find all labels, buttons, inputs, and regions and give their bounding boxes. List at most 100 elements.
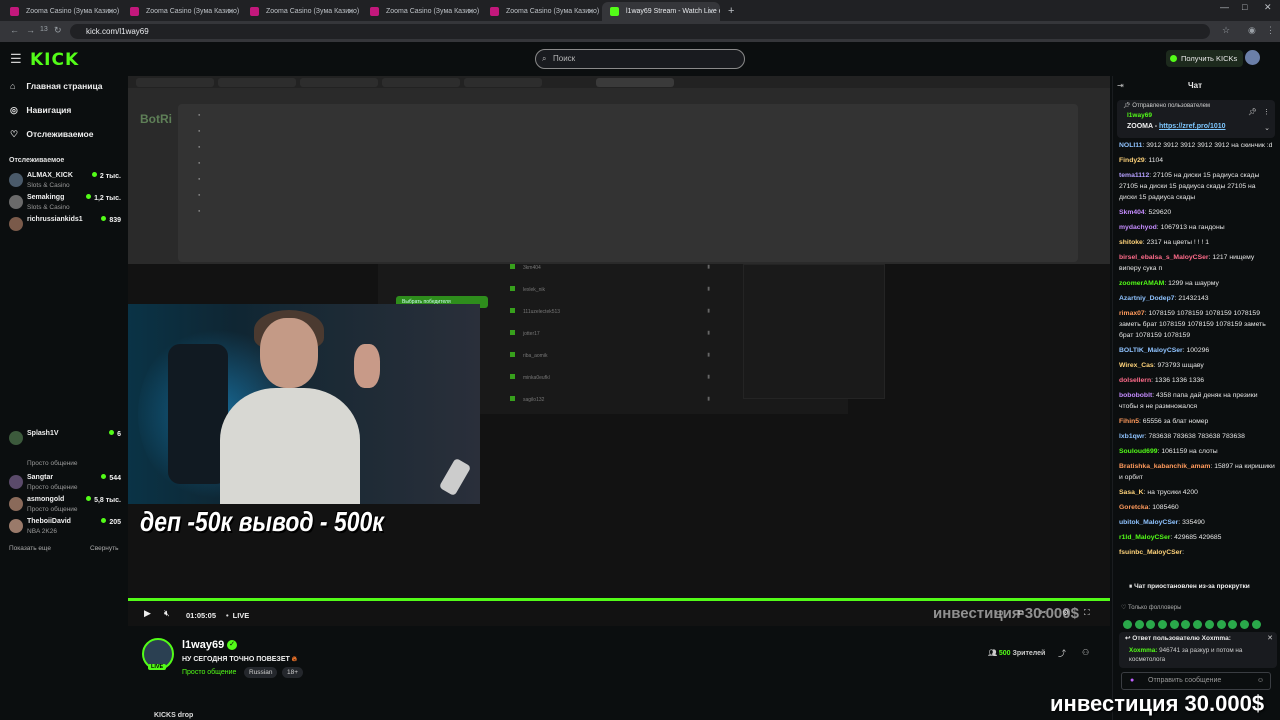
kick-logo[interactable]: KICK (30, 50, 79, 70)
browser-menu-icon[interactable]: ⋮ (1266, 25, 1275, 36)
chat-username[interactable]: Bratishka_kabanchik_amam (1119, 463, 1210, 470)
chat-username[interactable]: Fihin5 (1119, 418, 1139, 425)
emote[interactable] (1158, 620, 1168, 629)
user-avatar[interactable] (1245, 50, 1260, 65)
emoji-icon[interactable]: ☺ (1257, 673, 1264, 689)
followed-channel[interactable]: TheboiiDavid NBA 2K26 205 (9, 518, 121, 538)
close-window-button[interactable]: ✕ (1264, 2, 1272, 13)
bookmark-star-icon[interactable]: ☆ (1222, 25, 1230, 36)
show-more-link[interactable]: Показать еще (9, 545, 51, 552)
emote[interactable] (1146, 620, 1156, 629)
chat-username[interactable]: Sasa_K (1119, 489, 1144, 496)
mute-icon[interactable]: 🔇︎ (164, 608, 170, 619)
close-reply-icon[interactable]: ✕ (1267, 634, 1273, 642)
chat-username[interactable]: tema1112 (1119, 172, 1149, 179)
tag-age[interactable]: 18+ (282, 667, 304, 678)
play-icon[interactable]: ▶ (144, 608, 151, 619)
close-tab-icon[interactable]: ✕ (467, 2, 474, 21)
chat-username[interactable]: fsuinbc_MaloyCSer (1119, 549, 1182, 556)
followed-channel[interactable]: Semakingg Slots & Casino 1,2 тыс. (9, 194, 121, 214)
chat-username[interactable]: Azartniy_Dodep7 (1119, 295, 1175, 302)
close-tab-icon[interactable]: ✕ (347, 2, 354, 21)
pinned-message[interactable]: 📌︎ Отправлено пользователем l1way69 ZOOM… (1117, 100, 1275, 138)
browser-tab[interactable]: l1way69 Stream - Watch Live o ✕ (602, 2, 720, 21)
emote[interactable] (1216, 620, 1226, 629)
profile-icon[interactable]: ◉ (1248, 25, 1256, 36)
followed-channel[interactable]: Splash1V 6 (9, 430, 121, 450)
collapse-link[interactable]: Свернуть (90, 545, 119, 552)
chat-username[interactable]: boboboblt (1119, 392, 1152, 399)
emote[interactable] (1169, 620, 1179, 629)
followed-channel[interactable]: ALMAX_KICK Slots & Casino 2 тыс. (9, 172, 121, 192)
emote[interactable] (1228, 620, 1238, 629)
emote[interactable] (1239, 620, 1249, 629)
stream-category[interactable]: Просто общение (182, 669, 236, 676)
share-icon[interactable]: ⤴ (1058, 648, 1066, 659)
chat-username[interactable]: mydachyod (1119, 224, 1157, 231)
browser-tab[interactable]: Zooma Casino (Зума Казино) o ✕ (482, 2, 600, 21)
tag-language[interactable]: Russian (244, 667, 278, 678)
emote[interactable] (1193, 620, 1203, 629)
chat-username[interactable]: Skm404 (1119, 209, 1145, 216)
close-tab-icon[interactable]: ✕ (227, 2, 234, 21)
chat-username[interactable]: rimax07 (1119, 310, 1145, 317)
hamburger-menu-icon[interactable]: ☰ (10, 51, 22, 67)
browser-tab[interactable]: Zooma Casino (Зума Казино) o ✕ (122, 2, 240, 21)
video-progress-bar[interactable] (128, 598, 1110, 601)
close-tab-icon[interactable]: ✕ (587, 2, 594, 21)
streamer-name[interactable]: l1way69 (182, 639, 224, 651)
chat-username[interactable]: ubitok_MaloyCSer (1119, 519, 1178, 526)
video-player[interactable]: BotRi ● ● ● ● ● ● ● 3km404 ▮ lexlek_nik ▮ … (128, 76, 1110, 626)
emote[interactable] (1251, 620, 1261, 629)
pin-icon[interactable]: 📌︎ (1248, 108, 1257, 116)
emote[interactable] (1134, 620, 1144, 629)
forward-icon[interactable]: → (26, 25, 35, 35)
pinned-user[interactable]: l1way69 (1127, 112, 1152, 119)
microphone-icon[interactable]: ● (1130, 673, 1134, 689)
followed-channel[interactable]: Просто общение (9, 452, 121, 472)
chat-paused-banner[interactable]: ⏸ Чат приостановлен из-за прокрутки (1123, 581, 1279, 593)
nav-browse[interactable]: ◎ Навигация (10, 105, 71, 116)
get-kicks-button[interactable]: Получить KICKs (1166, 50, 1244, 67)
chat-username[interactable]: dolsellern (1119, 377, 1151, 384)
url-field[interactable]: kick.com/l1way69 (70, 24, 1210, 39)
browser-tab[interactable]: Zooma Casino (Зума Казино) o ✕ (2, 2, 120, 21)
maximize-button[interactable]: □ (1242, 2, 1247, 12)
chevron-down-icon[interactable]: ⌄ (1264, 124, 1270, 132)
chat-username[interactable]: birsel_ebalsa_s_MaloyCSer (1119, 254, 1209, 261)
chat-username[interactable]: zoomerAMAM (1119, 280, 1164, 287)
browser-tab[interactable]: Zooma Casino (Зума Казино) o ✕ (362, 2, 480, 21)
followed-channel[interactable]: Sangtar Просто общение 544 (9, 474, 121, 494)
nav-home[interactable]: ⌂ Главная страница (10, 81, 103, 91)
back-icon[interactable]: ← (10, 25, 19, 35)
chat-username[interactable]: r1ld_MaloyCSer (1119, 534, 1170, 541)
chat-username[interactable]: NOLI11 (1119, 142, 1142, 149)
chat-username[interactable]: Findy29 (1119, 157, 1145, 164)
followed-channel[interactable]: asmongold Просто общение 5,8 тыс. (9, 496, 121, 516)
follow-user-icon[interactable]: ⚇ (1082, 648, 1089, 657)
chat-username[interactable]: Wirex_Cas (1119, 362, 1154, 369)
search-input[interactable]: ⌕ Поиск (535, 49, 745, 69)
close-tab-icon[interactable]: ✕ (707, 2, 714, 21)
chat-username[interactable]: Souloud699 (1119, 448, 1158, 455)
minimize-button[interactable]: — (1220, 2, 1229, 12)
pinned-link[interactable]: https://zref.pro/1010 (1159, 123, 1226, 130)
live-indicator[interactable]: LIVE (226, 611, 250, 620)
chat-username[interactable]: shitoke (1119, 239, 1143, 246)
close-tab-icon[interactable]: ✕ (107, 2, 114, 21)
fullscreen-icon[interactable]: ⛶ (1084, 608, 1090, 618)
nav-following[interactable]: ♡ Отслеживаемое (10, 129, 93, 140)
browser-tab[interactable]: Zooma Casino (Зума Казино) o ✕ (242, 2, 360, 21)
emote[interactable] (1181, 620, 1191, 629)
more-options-icon[interactable]: ⋮ (1263, 108, 1270, 116)
followed-channel[interactable]: richrussiankids1 839 (9, 216, 121, 236)
new-tab-button[interactable]: + (720, 2, 742, 21)
chat-username[interactable]: lxb1qwr (1119, 433, 1145, 440)
chat-username[interactable]: Goretcka (1119, 504, 1148, 511)
reload-icon[interactable]: ↻ (54, 25, 62, 36)
emote[interactable] (1123, 620, 1132, 629)
chat-input[interactable]: ● Отправить сообщение ☺ (1121, 672, 1271, 690)
chat-collapse-icon[interactable]: ⇥ (1117, 81, 1124, 90)
emote[interactable] (1204, 620, 1214, 629)
chat-username[interactable]: BOLTIK_MaloyCSer (1119, 347, 1183, 354)
